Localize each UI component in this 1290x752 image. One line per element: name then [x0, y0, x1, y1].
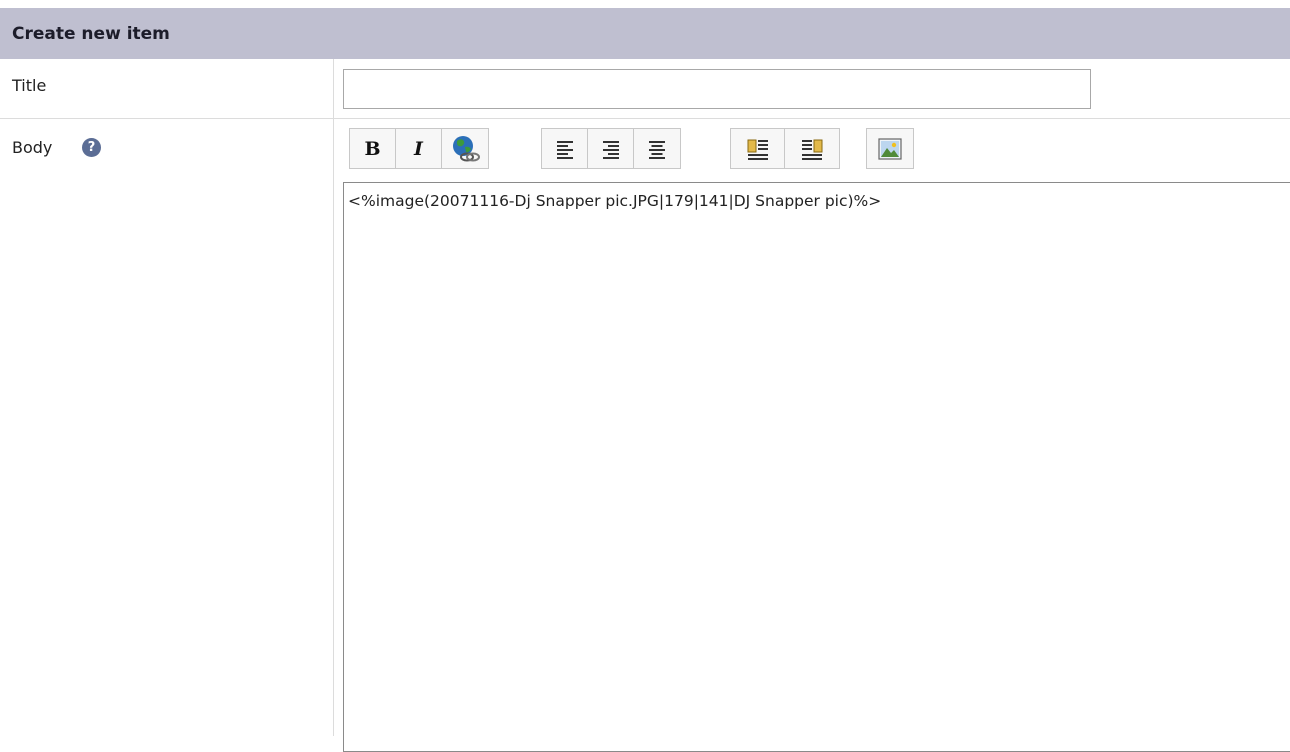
bold-icon: B: [364, 137, 381, 160]
toolbar-float-group: [730, 128, 840, 169]
insert-link-button[interactable]: [442, 129, 488, 168]
body-textarea[interactable]: <%image(20071116-Dj Snapper pic.JPG|179|…: [343, 182, 1290, 752]
help-icon[interactable]: ?: [82, 138, 101, 157]
float-right-icon: [802, 139, 823, 160]
italic-button[interactable]: I: [396, 129, 442, 168]
bold-button[interactable]: B: [350, 129, 396, 168]
toolbar-image-group: [866, 128, 914, 169]
align-center-button[interactable]: [634, 129, 680, 168]
insert-image-icon: [878, 137, 902, 160]
align-right-button[interactable]: [588, 129, 634, 168]
toolbar-format-group: B I: [349, 128, 489, 169]
body-label: Body: [12, 138, 53, 157]
float-left-button[interactable]: [731, 129, 785, 168]
italic-icon: I: [414, 137, 423, 160]
row-divider: [0, 118, 1290, 119]
float-left-icon: [747, 139, 768, 160]
title-label: Title: [12, 76, 47, 95]
toolbar-align-group: [541, 128, 681, 169]
label-column-divider: [333, 59, 334, 736]
insert-image-button[interactable]: [867, 129, 913, 168]
align-left-button[interactable]: [542, 129, 588, 168]
form-header-title: Create new item: [12, 23, 170, 44]
float-right-button[interactable]: [785, 129, 839, 168]
align-center-icon: [649, 140, 665, 159]
link-globe-icon: [453, 135, 480, 161]
title-input[interactable]: [343, 69, 1091, 109]
form-header: Create new item: [0, 8, 1290, 59]
align-right-icon: [602, 140, 619, 159]
align-left-icon: [556, 140, 573, 159]
